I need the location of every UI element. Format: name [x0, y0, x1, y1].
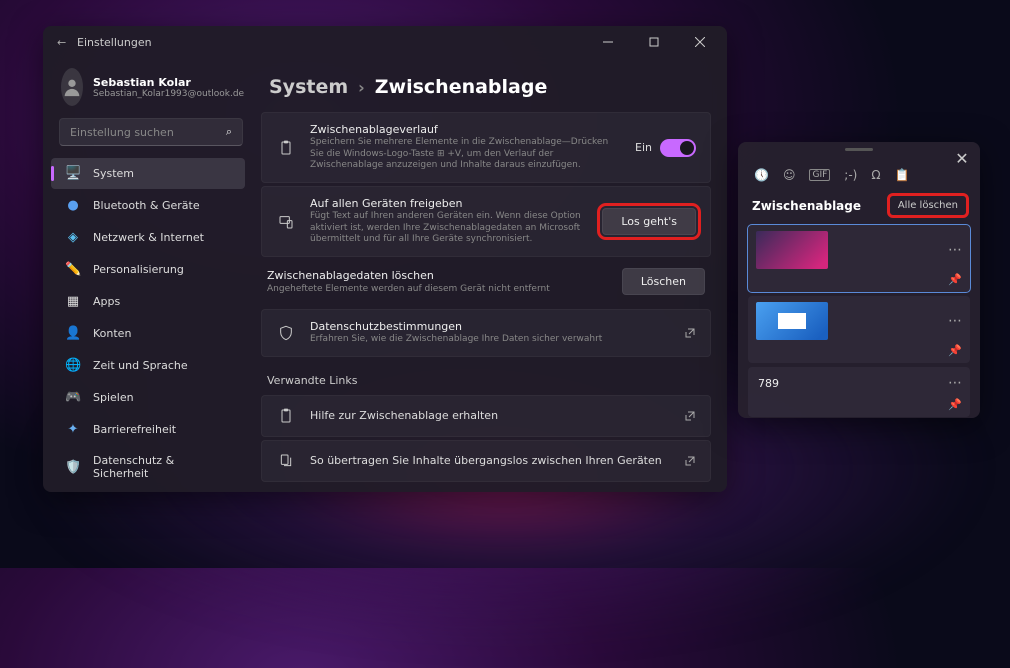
more-icon[interactable]: ⋯ — [948, 247, 962, 254]
external-link-icon — [684, 327, 696, 339]
maximize-button[interactable] — [631, 26, 677, 58]
pin-icon[interactable]: 📌 — [948, 273, 962, 286]
nav-accessibility[interactable]: ✦Barrierefreiheit — [51, 414, 245, 445]
tab-emoji-icon[interactable]: ☺ — [783, 168, 796, 182]
more-icon[interactable]: ⋯ — [948, 380, 962, 387]
clipboard-tabs: 🕔 ☺ GIF ;-) Ω 📋 — [748, 150, 970, 190]
sync-start-button[interactable]: Los geht's — [602, 208, 696, 235]
nav-update[interactable]: ⟳Windows Update — [51, 489, 245, 492]
nav-bluetooth[interactable]: ●Bluetooth & Geräte — [51, 190, 245, 221]
pin-icon[interactable]: 📌 — [948, 398, 962, 411]
thumbnail — [756, 231, 828, 269]
card-clear: Zwischenablagedaten löschen Angeheftete … — [261, 260, 711, 303]
profile[interactable]: Sebastian Kolar Sebastian_Kolar1993@outl… — [51, 62, 251, 118]
link-help-clipboard[interactable]: Hilfe zur Zwischenablage erhalten — [261, 395, 711, 437]
nav-apps[interactable]: ▦Apps — [51, 286, 245, 317]
avatar — [61, 68, 83, 106]
shield-outline-icon — [276, 325, 296, 341]
more-icon[interactable]: ⋯ — [948, 318, 962, 325]
settings-window: ← Einstellungen Sebastian Kolar Sebastia… — [43, 26, 727, 492]
history-toggle[interactable] — [660, 139, 696, 157]
thumbnail — [756, 302, 828, 340]
search-icon: ⌕ — [226, 125, 232, 139]
tab-kaomoji-icon[interactable]: ;-) — [844, 168, 857, 182]
tab-recent-icon[interactable]: 🕔 — [754, 168, 769, 182]
external-link-icon — [684, 455, 696, 467]
clipboard-icon — [276, 408, 296, 424]
link-transfer[interactable]: So übertragen Sie Inhalte übergangslos z… — [261, 440, 711, 482]
clipboard-icon — [276, 140, 296, 156]
tab-gif-icon[interactable]: GIF — [809, 169, 830, 181]
globe-icon: 🌐 — [65, 358, 81, 373]
accessibility-icon: ✦ — [65, 422, 81, 437]
clear-button[interactable]: Löschen — [622, 268, 705, 295]
clipboard-item-1[interactable]: ⋯ 📌 — [748, 225, 970, 292]
brush-icon: ✏️ — [65, 262, 81, 277]
sidebar: Sebastian Kolar Sebastian_Kolar1993@outl… — [43, 58, 251, 492]
clipboard-title: Zwischenablage — [752, 199, 861, 213]
card-privacy[interactable]: Datenschutzbestimmungen Erfahren Sie, wi… — [261, 309, 711, 357]
external-link-icon — [684, 410, 696, 422]
card-sync: Auf allen Geräten freigeben Fügt Text au… — [261, 186, 711, 257]
shield-icon: 🛡️ — [65, 460, 81, 475]
clipboard-item-2[interactable]: ⋯ 📌 — [748, 296, 970, 363]
wifi-icon: ◈ — [65, 230, 81, 245]
apps-icon: ▦ — [65, 294, 81, 309]
person-icon: 👤 — [65, 326, 81, 341]
devices-icon — [276, 214, 296, 230]
card-history: Zwischenablageverlauf Speichern Sie mehr… — [261, 112, 711, 183]
profile-email: Sebastian_Kolar1993@outlook.de — [93, 89, 244, 99]
drag-handle[interactable] — [845, 148, 873, 151]
search-box[interactable]: ⌕ — [59, 118, 243, 146]
back-button[interactable]: ← — [57, 36, 77, 49]
breadcrumb-parent[interactable]: System — [269, 76, 348, 98]
bluetooth-icon: ● — [65, 198, 81, 213]
nav-personalization[interactable]: ✏️Personalisierung — [51, 254, 245, 285]
nav-system[interactable]: 🖥️System — [51, 158, 245, 189]
help-link[interactable]: 🗨️ Hilfe anfordern — [261, 485, 711, 492]
close-icon[interactable]: ✕ — [952, 148, 972, 168]
nav-accounts[interactable]: 👤Konten — [51, 318, 245, 349]
titlebar: ← Einstellungen — [43, 26, 727, 58]
nav-privacy[interactable]: 🛡️Datenschutz & Sicherheit — [51, 446, 245, 488]
breadcrumb-current: Zwischenablage — [375, 76, 548, 98]
nav-gaming[interactable]: 🎮Spielen — [51, 382, 245, 413]
pin-icon[interactable]: 📌 — [948, 344, 962, 357]
clipboard-item-3[interactable]: 789⋯ 📌 — [748, 367, 970, 417]
tab-clipboard-icon[interactable]: 📋 — [895, 168, 910, 182]
profile-name: Sebastian Kolar — [93, 76, 244, 89]
tab-symbols-icon[interactable]: Ω — [871, 168, 880, 182]
nav-time[interactable]: 🌐Zeit und Sprache — [51, 350, 245, 381]
copy-icon — [276, 453, 296, 469]
breadcrumb: System › Zwischenablage — [261, 58, 711, 112]
minimize-button[interactable] — [585, 26, 631, 58]
nav-network[interactable]: ◈Netzwerk & Internet — [51, 222, 245, 253]
related-links-label: Verwandte Links — [261, 360, 711, 395]
chevron-right-icon: › — [358, 78, 365, 97]
clear-all-button[interactable]: Alle löschen — [890, 196, 966, 215]
close-button[interactable] — [677, 26, 723, 58]
search-input[interactable] — [70, 126, 226, 139]
content-area: System › Zwischenablage Zwischenablageve… — [251, 58, 727, 492]
gamepad-icon: 🎮 — [65, 390, 81, 405]
window-title: Einstellungen — [77, 36, 152, 49]
clipboard-flyout: ✕ 🕔 ☺ GIF ;-) Ω 📋 Zwischenablage Alle lö… — [738, 142, 980, 418]
display-icon: 🖥️ — [65, 166, 81, 181]
